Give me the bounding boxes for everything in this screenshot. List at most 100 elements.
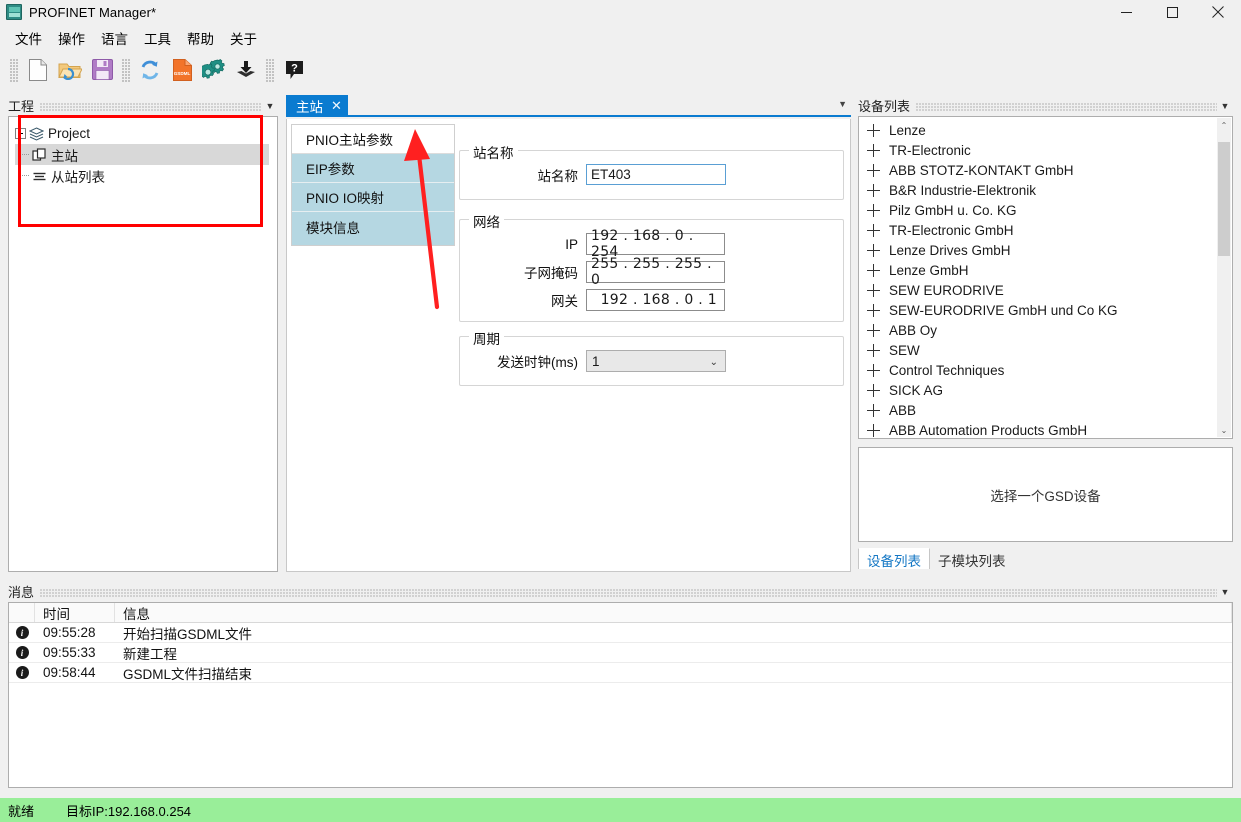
plus-icon[interactable] <box>867 143 880 157</box>
open-folder-button[interactable] <box>54 55 86 87</box>
chevron-down-icon[interactable]: ▼ <box>1217 99 1233 113</box>
list-item[interactable]: Lenze Drives GmbH <box>859 240 1232 260</box>
device-list-scrollbar[interactable]: ⌃ ⌄ <box>1217 118 1231 437</box>
tab-label: 设备列表 <box>867 553 921 569</box>
plus-icon[interactable] <box>867 423 880 437</box>
gsdml-scan-button[interactable]: GSDML <box>166 55 198 87</box>
plus-icon[interactable] <box>867 123 880 137</box>
toolbar-grip-2[interactable] <box>122 59 130 83</box>
device-vendor-label: B&R Industrie-Elektronik <box>889 182 1037 198</box>
plus-icon[interactable] <box>867 383 880 397</box>
plus-icon[interactable] <box>867 223 880 237</box>
send-clock-select[interactable]: 1 ⌄ <box>586 350 726 372</box>
refresh-button[interactable] <box>134 55 166 87</box>
table-row[interactable]: i 09:58:44 GSDML文件扫描结束 <box>9 663 1232 683</box>
list-item[interactable]: ABB Automation Products GmbH <box>859 420 1232 438</box>
configure-button[interactable] <box>198 55 230 87</box>
plus-icon[interactable] <box>867 163 880 177</box>
menu-file[interactable]: 文件 <box>7 26 50 50</box>
list-item[interactable]: Lenze <box>859 120 1232 140</box>
device-vendor-label: TR-Electronic <box>889 142 971 158</box>
gsdml-file-icon: GSDML <box>172 58 192 84</box>
list-item[interactable]: TR-Electronic GmbH <box>859 220 1232 240</box>
chevron-down-icon[interactable]: ▼ <box>1217 585 1233 599</box>
label-ip: IP <box>565 236 578 252</box>
expander-icon[interactable] <box>15 128 26 139</box>
plus-icon[interactable] <box>867 323 880 337</box>
column-header-icon[interactable] <box>9 603 35 622</box>
list-item[interactable]: B&R Industrie-Elektronik <box>859 180 1232 200</box>
plus-icon[interactable] <box>867 263 880 277</box>
column-header-time[interactable]: 时间 <box>35 603 115 622</box>
panel-gripper[interactable] <box>40 588 1217 598</box>
column-header-message[interactable]: 信息 <box>115 603 1232 622</box>
panel-gripper[interactable] <box>40 102 262 112</box>
table-row[interactable]: i 09:55:28 开始扫描GSDML文件 <box>9 623 1232 643</box>
station-name-input[interactable]: ET403 <box>586 164 726 185</box>
maximize-button[interactable] <box>1149 0 1195 24</box>
list-item[interactable]: Pilz GmbH u. Co. KG <box>859 200 1232 220</box>
table-row[interactable]: i 09:55:33 新建工程 <box>9 643 1232 663</box>
ip-address-input[interactable]: 192 . 168 . 0 . 254 <box>586 228 725 260</box>
plus-icon[interactable] <box>867 363 880 377</box>
plus-icon[interactable] <box>867 283 880 297</box>
tab-label: 子模块列表 <box>938 553 1006 569</box>
list-item[interactable]: SEW <box>859 340 1232 360</box>
side-tab-module-info[interactable]: 模块信息 <box>292 212 454 241</box>
tab-device-list[interactable]: 设备列表 <box>858 548 930 569</box>
list-item[interactable]: SICK AG <box>859 380 1232 400</box>
tree-item-master[interactable]: 主站 <box>15 144 269 165</box>
tab-master-station[interactable]: 主站 ✕ <box>286 95 348 117</box>
plus-icon[interactable] <box>867 343 880 357</box>
chevron-down-icon[interactable]: ▼ <box>838 99 847 109</box>
chevron-down-icon[interactable]: ⌄ <box>1217 423 1231 437</box>
scrollbar-thumb[interactable] <box>1218 142 1230 256</box>
side-tab-label: PNIO主站参数 <box>306 133 394 148</box>
message-table[interactable]: 时间 信息 i 09:55:28 开始扫描GSDML文件 i 09:55:33 … <box>8 602 1233 788</box>
menu-operation[interactable]: 操作 <box>50 26 93 50</box>
project-panel-caption: 工程 <box>8 99 35 114</box>
minimize-button[interactable] <box>1103 0 1149 24</box>
chevron-down-icon[interactable]: ▼ <box>262 99 278 113</box>
list-item[interactable]: ABB <box>859 400 1232 420</box>
list-item[interactable]: SEW-EURODRIVE GmbH und Co KG <box>859 300 1232 320</box>
side-tab-pnio-io-mapping[interactable]: PNIO IO映射 <box>292 183 454 212</box>
tree-item-project[interactable]: Project <box>15 123 277 144</box>
plus-icon[interactable] <box>867 403 880 417</box>
project-tree[interactable]: Project 主站 从站列表 <box>8 116 278 572</box>
plus-icon[interactable] <box>867 183 880 197</box>
help-button[interactable]: ? <box>278 55 310 87</box>
menu-help[interactable]: 帮助 <box>179 26 222 50</box>
side-tab-eip-params[interactable]: EIP参数 <box>292 154 454 183</box>
chevron-up-icon[interactable]: ⌃ <box>1217 118 1231 132</box>
subnet-mask-input[interactable]: 255 . 255 . 255 . 0 <box>586 256 725 288</box>
list-item[interactable]: Lenze GmbH <box>859 260 1232 280</box>
close-icon[interactable]: ✕ <box>331 98 342 114</box>
side-tab-pnio-master-params[interactable]: PNIO主站参数 <box>292 125 454 154</box>
toolbar-grip[interactable] <box>10 59 18 83</box>
tab-submodule-list[interactable]: 子模块列表 <box>930 549 1014 570</box>
save-disk-icon <box>91 59 113 83</box>
device-vendor-list[interactable]: Lenze TR-Electronic ABB STOTZ-KONTAKT Gm… <box>858 116 1233 439</box>
chevron-down-icon[interactable]: ⌄ <box>710 351 718 373</box>
list-item[interactable]: TR-Electronic <box>859 140 1232 160</box>
menu-about[interactable]: 关于 <box>222 26 265 50</box>
list-item[interactable]: Control Techniques <box>859 360 1232 380</box>
gateway-input[interactable]: 192 . 168 . 0 . 1 <box>586 289 725 311</box>
plus-icon[interactable] <box>867 303 880 317</box>
scrollbar-track[interactable] <box>1217 132 1231 423</box>
list-item[interactable]: SEW EURODRIVE <box>859 280 1232 300</box>
panel-gripper[interactable] <box>916 102 1217 112</box>
plus-icon[interactable] <box>867 243 880 257</box>
toolbar-grip-3[interactable] <box>266 59 274 83</box>
tree-item-slave-list[interactable]: 从站列表 <box>15 165 277 186</box>
close-button[interactable] <box>1195 0 1241 24</box>
list-item[interactable]: ABB Oy <box>859 320 1232 340</box>
list-item[interactable]: ABB STOTZ-KONTAKT GmbH <box>859 160 1232 180</box>
new-file-button[interactable] <box>22 55 54 87</box>
download-button[interactable] <box>230 55 262 87</box>
save-button[interactable] <box>86 55 118 87</box>
plus-icon[interactable] <box>867 203 880 217</box>
menu-language[interactable]: 语言 <box>93 26 136 50</box>
menu-tools[interactable]: 工具 <box>136 26 179 50</box>
